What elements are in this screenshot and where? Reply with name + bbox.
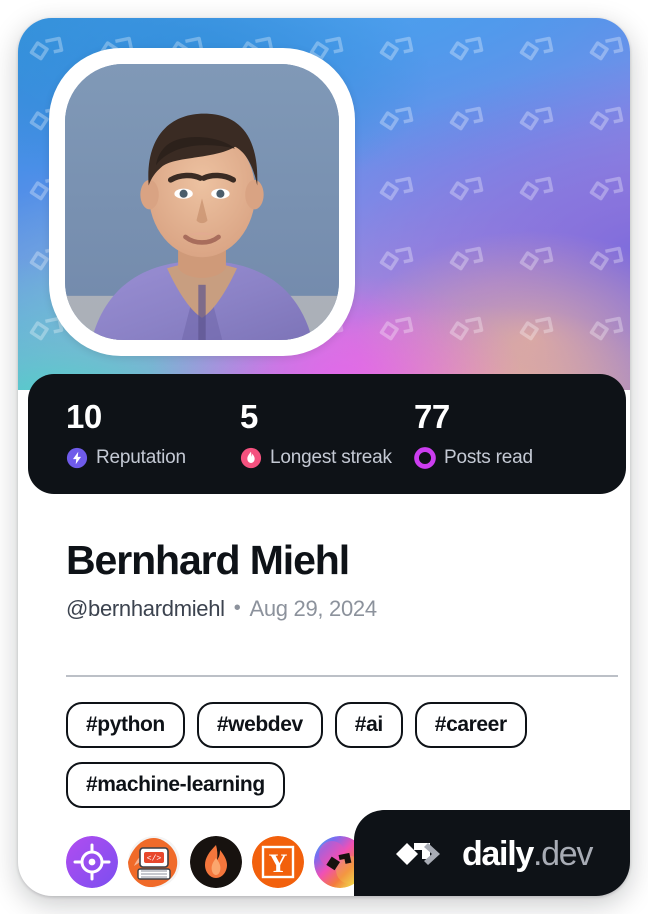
tag-item[interactable]: #machine-learning: [66, 762, 285, 809]
svg-text:Y: Y: [269, 849, 288, 878]
flame-badge[interactable]: [190, 836, 242, 888]
joined-date: Aug 29, 2024: [249, 595, 377, 621]
dailydev-chevron-icon: [395, 843, 440, 865]
divider: [66, 675, 618, 677]
handle-row: @bernhardmiehl • Aug 29, 2024: [66, 596, 606, 622]
tag-item[interactable]: #career: [414, 702, 527, 749]
hackernews-badge[interactable]: Y: [252, 836, 304, 888]
stat-label: Longest streak: [270, 446, 392, 468]
badge-list: </> Y: [66, 836, 366, 888]
logo-suffix: .dev: [532, 835, 593, 873]
logo-name: daily: [461, 835, 534, 873]
user-handle: @bernhardmiehl: [66, 595, 225, 621]
stat-reputation: 10 Reputation: [66, 400, 240, 469]
flame-icon: [240, 447, 262, 468]
stats-bar: 10 Reputation 5 Longest streak 77 Posts …: [28, 374, 626, 494]
stat-label: Reputation: [96, 446, 186, 468]
tag-item[interactable]: #ai: [334, 702, 403, 749]
avatar-frame: [49, 48, 355, 356]
dailydev-logo-bar: daily.dev: [354, 810, 630, 896]
tag-item[interactable]: #webdev: [196, 702, 323, 749]
page-title: Bernhard Miehl: [66, 537, 350, 583]
screenshot-root: 10 Reputation 5 Longest streak 77 Posts …: [0, 0, 648, 914]
stat-label-row: Reputation: [66, 447, 240, 469]
dailydev-wordmark: daily.dev: [461, 835, 593, 873]
tag-list: #python #webdev #ai #career #machine-lea…: [66, 702, 618, 809]
stat-value: 5: [240, 397, 258, 435]
target-badge[interactable]: [66, 836, 118, 888]
stat-label-row: Longest streak: [240, 447, 414, 469]
stat-posts-read: 77 Posts read: [414, 400, 588, 469]
stat-value: 77: [414, 397, 450, 435]
ring-icon: [414, 446, 436, 469]
stat-label: Posts read: [444, 446, 533, 468]
separator-dot: •: [233, 597, 241, 620]
identity-block: Bernhard Miehl @bernhardmiehl • Aug 29, …: [66, 537, 606, 622]
devto-badge[interactable]: </>: [128, 836, 180, 888]
stat-label-row: Posts read: [414, 447, 588, 469]
stat-value: 10: [66, 397, 102, 435]
tag-item[interactable]: #python: [66, 702, 185, 749]
svg-text:</>: </>: [147, 855, 162, 864]
developer-card: 10 Reputation 5 Longest streak 77 Posts …: [18, 18, 630, 896]
stat-longest-streak: 5 Longest streak: [240, 400, 414, 469]
bolt-icon: [66, 447, 88, 468]
avatar: [65, 64, 339, 340]
